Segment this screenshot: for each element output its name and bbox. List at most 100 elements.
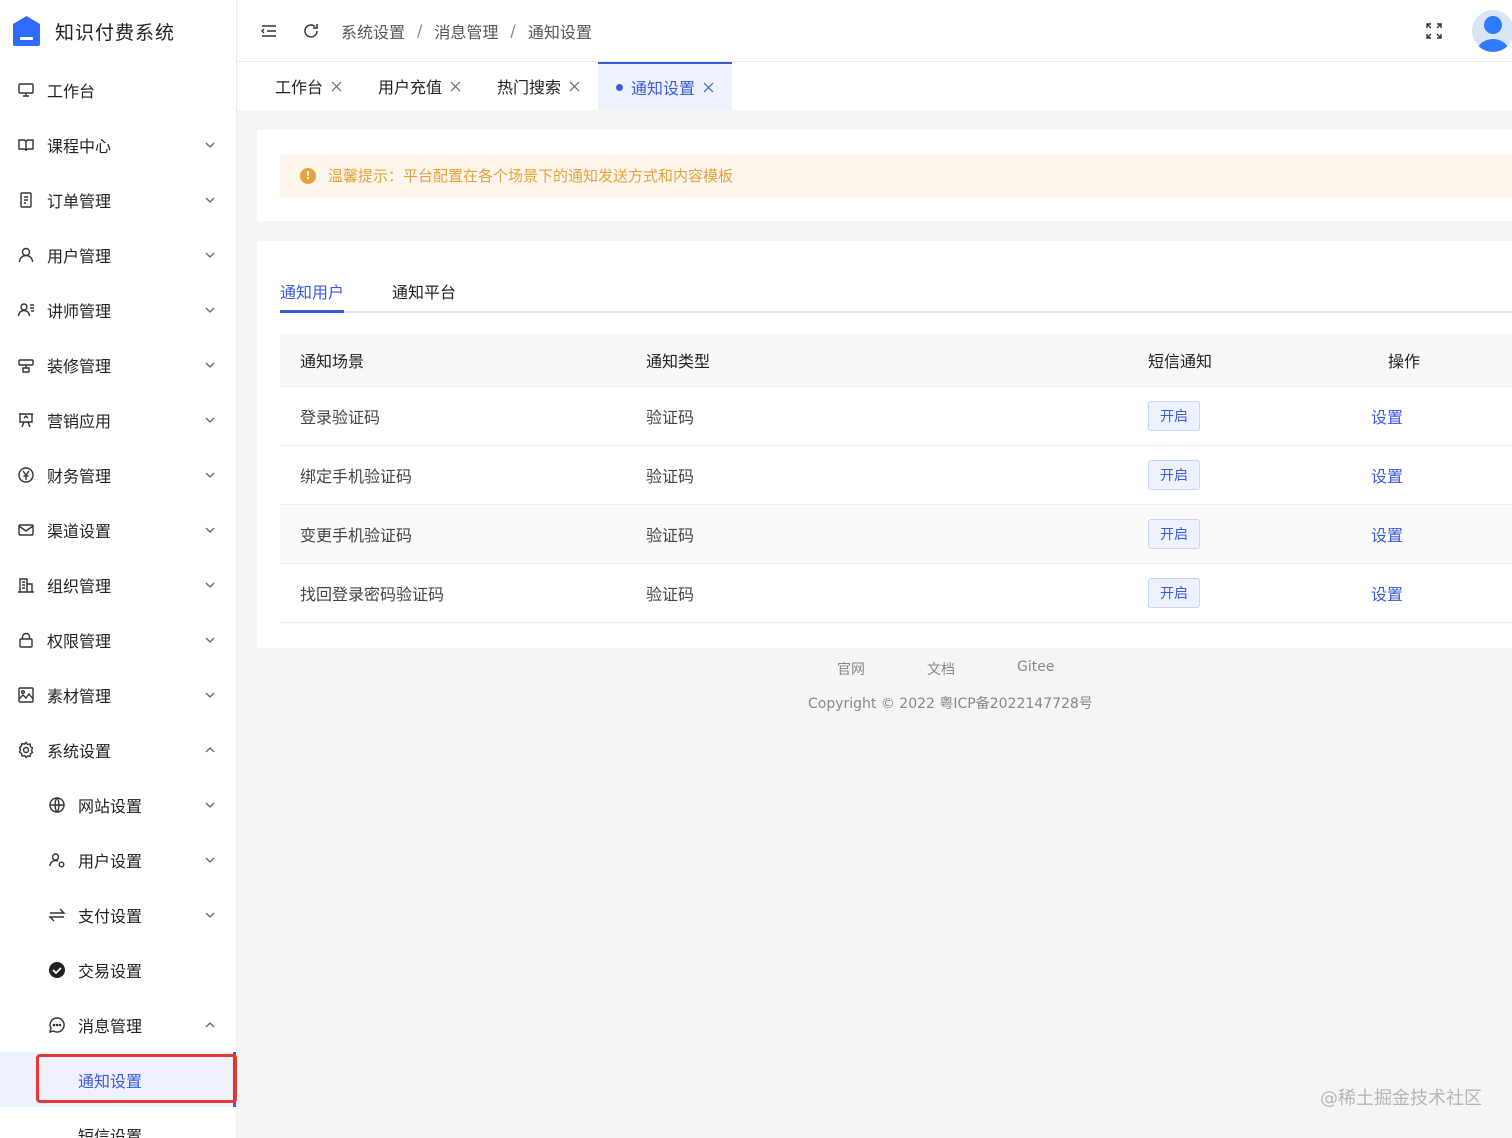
sidebar-item-label: 系统设置 [47,741,112,761]
sidebar-item-label: 讲师管理 [47,301,112,321]
notice-card: ! 温馨提示：平台配置在各个场景下的通知发送方式和内容模板 [257,130,1512,221]
sidebar-item-label: 课程中心 [47,136,112,156]
sidebar-item-label: 财务管理 [47,466,112,486]
sidebar-item-payment-settings[interactable]: 支付设置 [0,887,236,942]
sidebar-item-label: 营销应用 [47,411,112,431]
tab-notify-user[interactable]: 通知用户 [280,269,345,313]
sidebar-item-label: 消息管理 [78,1016,143,1036]
close-icon[interactable] [450,81,461,92]
breadcrumb-item[interactable]: 消息管理 [434,19,498,43]
watermark: @稀土掘金技术社区 [1320,1088,1482,1109]
sidebar-menu: 工作台 课程中心 订单管理 用户管理 讲师管理 装修管理 营销应用 财务管理 渠… [0,62,236,1138]
sidebar-item-order[interactable]: 订单管理 [0,172,236,227]
close-icon[interactable] [569,81,580,92]
close-icon[interactable] [703,82,714,93]
sub-tabs: 通知用户 通知平台 [280,269,1512,313]
breadcrumb-separator: / [417,21,423,40]
settings-link[interactable]: 设置 [1371,467,1403,486]
sidebar-item-trade-settings[interactable]: 交易设置 [0,942,236,997]
sidebar-item-user[interactable]: 用户管理 [0,227,236,282]
chevron-up-icon [205,746,215,752]
book-icon [17,136,35,154]
notification-table: 通知场景 通知类型 短信通知 操作 登录验证码 验证码 开启 设置 绑定手机验证… [280,333,1512,623]
breadcrumb-separator: / [510,21,516,40]
sidebar-item-finance[interactable]: 财务管理 [0,447,236,502]
sidebar-item-channel[interactable]: 渠道设置 [0,502,236,557]
fullscreen-icon[interactable] [1424,21,1444,41]
sms-status-badge: 开启 [1148,460,1200,490]
sidebar-item-marketing[interactable]: 营销应用 [0,392,236,447]
app-title: 知识付费系统 [55,21,176,44]
page-tab-label: 通知设置 [631,79,696,98]
sidebar-item-message-management[interactable]: 消息管理 [0,997,236,1052]
scene-cell: 登录验证码 [300,408,381,427]
chevron-down-icon [205,417,215,423]
sms-status-badge: 开启 [1148,401,1200,431]
chevron-down-icon [205,692,215,698]
sidebar-item-course-center[interactable]: 课程中心 [0,117,236,172]
scene-cell: 变更手机验证码 [300,526,413,545]
image-icon [17,686,35,704]
sidebar-item-permission[interactable]: 权限管理 [0,612,236,667]
page-tab-workbench[interactable]: 工作台 [237,62,360,110]
footer-link-official[interactable]: 官网 [837,659,865,679]
sidebar-item-label: 工作台 [47,81,96,101]
chat-icon [48,1016,66,1034]
brand: 知识付费系统 [0,0,236,62]
table-header-row: 通知场景 通知类型 短信通知 操作 [280,333,1512,387]
sidebar-item-label: 装修管理 [47,356,112,376]
gear-icon [17,740,35,759]
breadcrumb-item[interactable]: 系统设置 [341,19,405,43]
type-cell: 验证码 [646,526,695,545]
decoration-icon [17,356,35,374]
page-tab-label: 用户充值 [378,78,443,97]
sidebar-item-user-settings[interactable]: 用户设置 [0,832,236,887]
page-tab-hot-search[interactable]: 热门搜索 [479,62,598,110]
breadcrumb: 系统设置 / 消息管理 / 通知设置 [341,19,592,43]
sidebar-item-organization[interactable]: 组织管理 [0,557,236,612]
sidebar-item-label: 交易设置 [78,961,143,981]
top-header: 系统设置 / 消息管理 / 通知设置 [237,0,1512,62]
copyright: Copyright © 2022 粤ICP备2022147728号 [808,696,1093,712]
sidebar-item-website-settings[interactable]: 网站设置 [0,777,236,832]
sidebar-item-notification-settings[interactable]: 通知设置 [0,1052,236,1107]
sidebar-item-system-settings[interactable]: 系统设置 [0,722,236,777]
sidebar-item-decoration[interactable]: 装修管理 [0,337,236,392]
type-cell: 验证码 [646,585,695,604]
settings-link[interactable]: 设置 [1371,585,1403,604]
settings-link[interactable]: 设置 [1371,408,1403,427]
breadcrumb-item: 通知设置 [527,22,592,42]
tab-notify-platform[interactable]: 通知平台 [392,269,456,311]
warning-icon: ! [300,167,316,184]
sidebar-item-label: 用户管理 [47,246,112,266]
page-tab-user-recharge[interactable]: 用户充值 [360,62,479,110]
sidebar-item-teacher[interactable]: 讲师管理 [0,282,236,337]
sidebar-item-workbench[interactable]: 工作台 [0,62,236,117]
footer-link-gitee[interactable]: Gitee [1017,659,1054,679]
sidebar-item-label: 渠道设置 [47,521,112,541]
page-tab-label: 工作台 [275,78,324,97]
sidebar-item-sms-settings[interactable]: 短信设置 [0,1107,236,1138]
check-circle-icon [48,961,66,979]
type-cell: 验证码 [646,467,695,486]
yuan-icon [17,466,35,484]
teacher-icon [17,301,35,319]
settings-link[interactable]: 设置 [1371,526,1403,545]
chevron-down-icon [205,802,215,808]
sidebar-item-label: 订单管理 [47,191,112,211]
page-tab-notification-settings[interactable]: 通知设置 [598,62,733,110]
close-icon[interactable] [331,81,342,92]
sidebar-item-material[interactable]: 素材管理 [0,667,236,722]
user-icon [17,246,35,264]
refresh-icon[interactable] [301,21,321,41]
chevron-down-icon [205,362,215,368]
scene-cell: 绑定手机验证码 [300,467,413,486]
sms-status-badge: 开启 [1148,519,1200,549]
user-settings-icon [48,851,66,869]
logo-icon [13,16,40,46]
footer-link-docs[interactable]: 文档 [927,659,955,679]
avatar[interactable] [1472,9,1512,52]
mail-icon [17,521,35,539]
sidebar-item-label: 短信设置 [78,1126,143,1138]
menu-fold-icon[interactable] [259,21,279,41]
